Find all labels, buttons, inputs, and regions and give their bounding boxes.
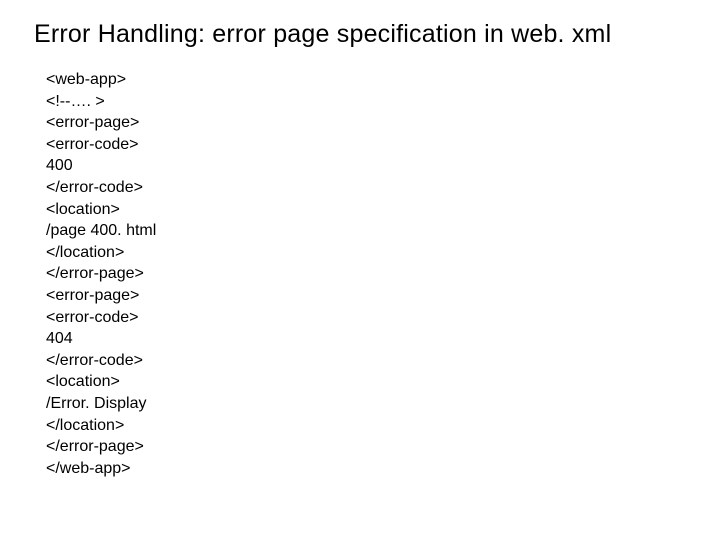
code-line: <error-code> xyxy=(46,134,686,156)
code-line: <error-page> xyxy=(46,285,686,307)
code-block: <web-app> <!--…. > <error-page> <error-c… xyxy=(46,69,686,479)
code-line: </error-code> xyxy=(46,350,686,372)
code-line: <!--…. > xyxy=(46,91,686,113)
code-line: <location> xyxy=(46,371,686,393)
slide-container: Error Handling: error page specification… xyxy=(0,0,720,499)
code-line: </error-code> xyxy=(46,177,686,199)
code-line: <error-page> xyxy=(46,112,686,134)
code-line: <error-code> xyxy=(46,307,686,329)
code-line: 400 xyxy=(46,155,686,177)
code-line: </location> xyxy=(46,242,686,264)
code-line: </location> xyxy=(46,415,686,437)
code-line: /Error. Display xyxy=(46,393,686,415)
code-line: /page 400. html xyxy=(46,220,686,242)
code-line: </error-page> xyxy=(46,263,686,285)
slide-title: Error Handling: error page specification… xyxy=(34,20,686,49)
code-line: </web-app> xyxy=(46,458,686,480)
code-line: </error-page> xyxy=(46,436,686,458)
code-line: <location> xyxy=(46,199,686,221)
code-line: <web-app> xyxy=(46,69,686,91)
code-line: 404 xyxy=(46,328,686,350)
